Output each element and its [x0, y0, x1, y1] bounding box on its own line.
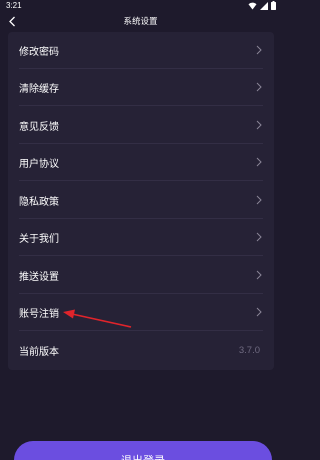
settings-item-feedback[interactable]: 意见反馈	[8, 107, 274, 144]
settings-item-label: 账号注销	[19, 309, 59, 320]
chevron-right-icon	[256, 120, 262, 130]
chevron-right-icon	[256, 157, 262, 167]
settings-item-delete-account[interactable]: 账号注销	[8, 294, 274, 331]
chevron-right-icon	[256, 45, 262, 55]
battery-icon	[271, 1, 276, 10]
divider	[19, 180, 263, 181]
version-value: 3.7.0	[238, 345, 260, 356]
chevron-right-icon	[256, 270, 262, 280]
settings-item-label: 推送设置	[19, 272, 59, 283]
status-icons	[248, 1, 276, 10]
nav-bar: 系统设置	[0, 12, 281, 30]
wifi-icon	[248, 2, 257, 10]
settings-item-label: 当前版本	[19, 347, 59, 358]
divider	[19, 105, 263, 106]
page-title: 系统设置	[123, 17, 158, 27]
divider	[19, 330, 263, 331]
settings-item-clear-cache[interactable]: 清除缓存	[8, 69, 274, 106]
settings-item-label: 用户协议	[19, 159, 59, 170]
settings-item-label: 清除缓存	[19, 84, 59, 95]
settings-item-user-agreement[interactable]: 用户协议	[8, 144, 274, 181]
settings-item-about-us[interactable]: 关于我们	[8, 219, 274, 256]
chevron-right-icon	[256, 195, 262, 205]
settings-item-privacy-policy[interactable]: 隐私政策	[8, 182, 274, 219]
settings-item-label: 隐私政策	[19, 197, 59, 208]
settings-item-label: 关于我们	[19, 234, 59, 245]
chevron-right-icon	[256, 307, 262, 317]
status-time: 3:21	[6, 1, 22, 10]
status-bar: 3:21	[0, 0, 281, 12]
settings-list: 修改密码 清除缓存 意见反馈 用户协议 隐私政策 关于我们 推送设置 账号注销	[8, 32, 274, 370]
settings-item-label: 修改密码	[19, 47, 59, 58]
settings-item-change-password[interactable]: 修改密码	[8, 32, 274, 69]
settings-item-current-version: 当前版本 3.7.0	[8, 332, 274, 369]
logout-button[interactable]: 退出登录	[14, 441, 272, 460]
signal-icon	[260, 1, 268, 10]
divider	[19, 255, 263, 256]
settings-item-push-settings[interactable]: 推送设置	[8, 257, 274, 294]
chevron-right-icon	[256, 82, 262, 92]
chevron-right-icon	[256, 232, 262, 242]
settings-item-label: 意见反馈	[19, 122, 59, 133]
